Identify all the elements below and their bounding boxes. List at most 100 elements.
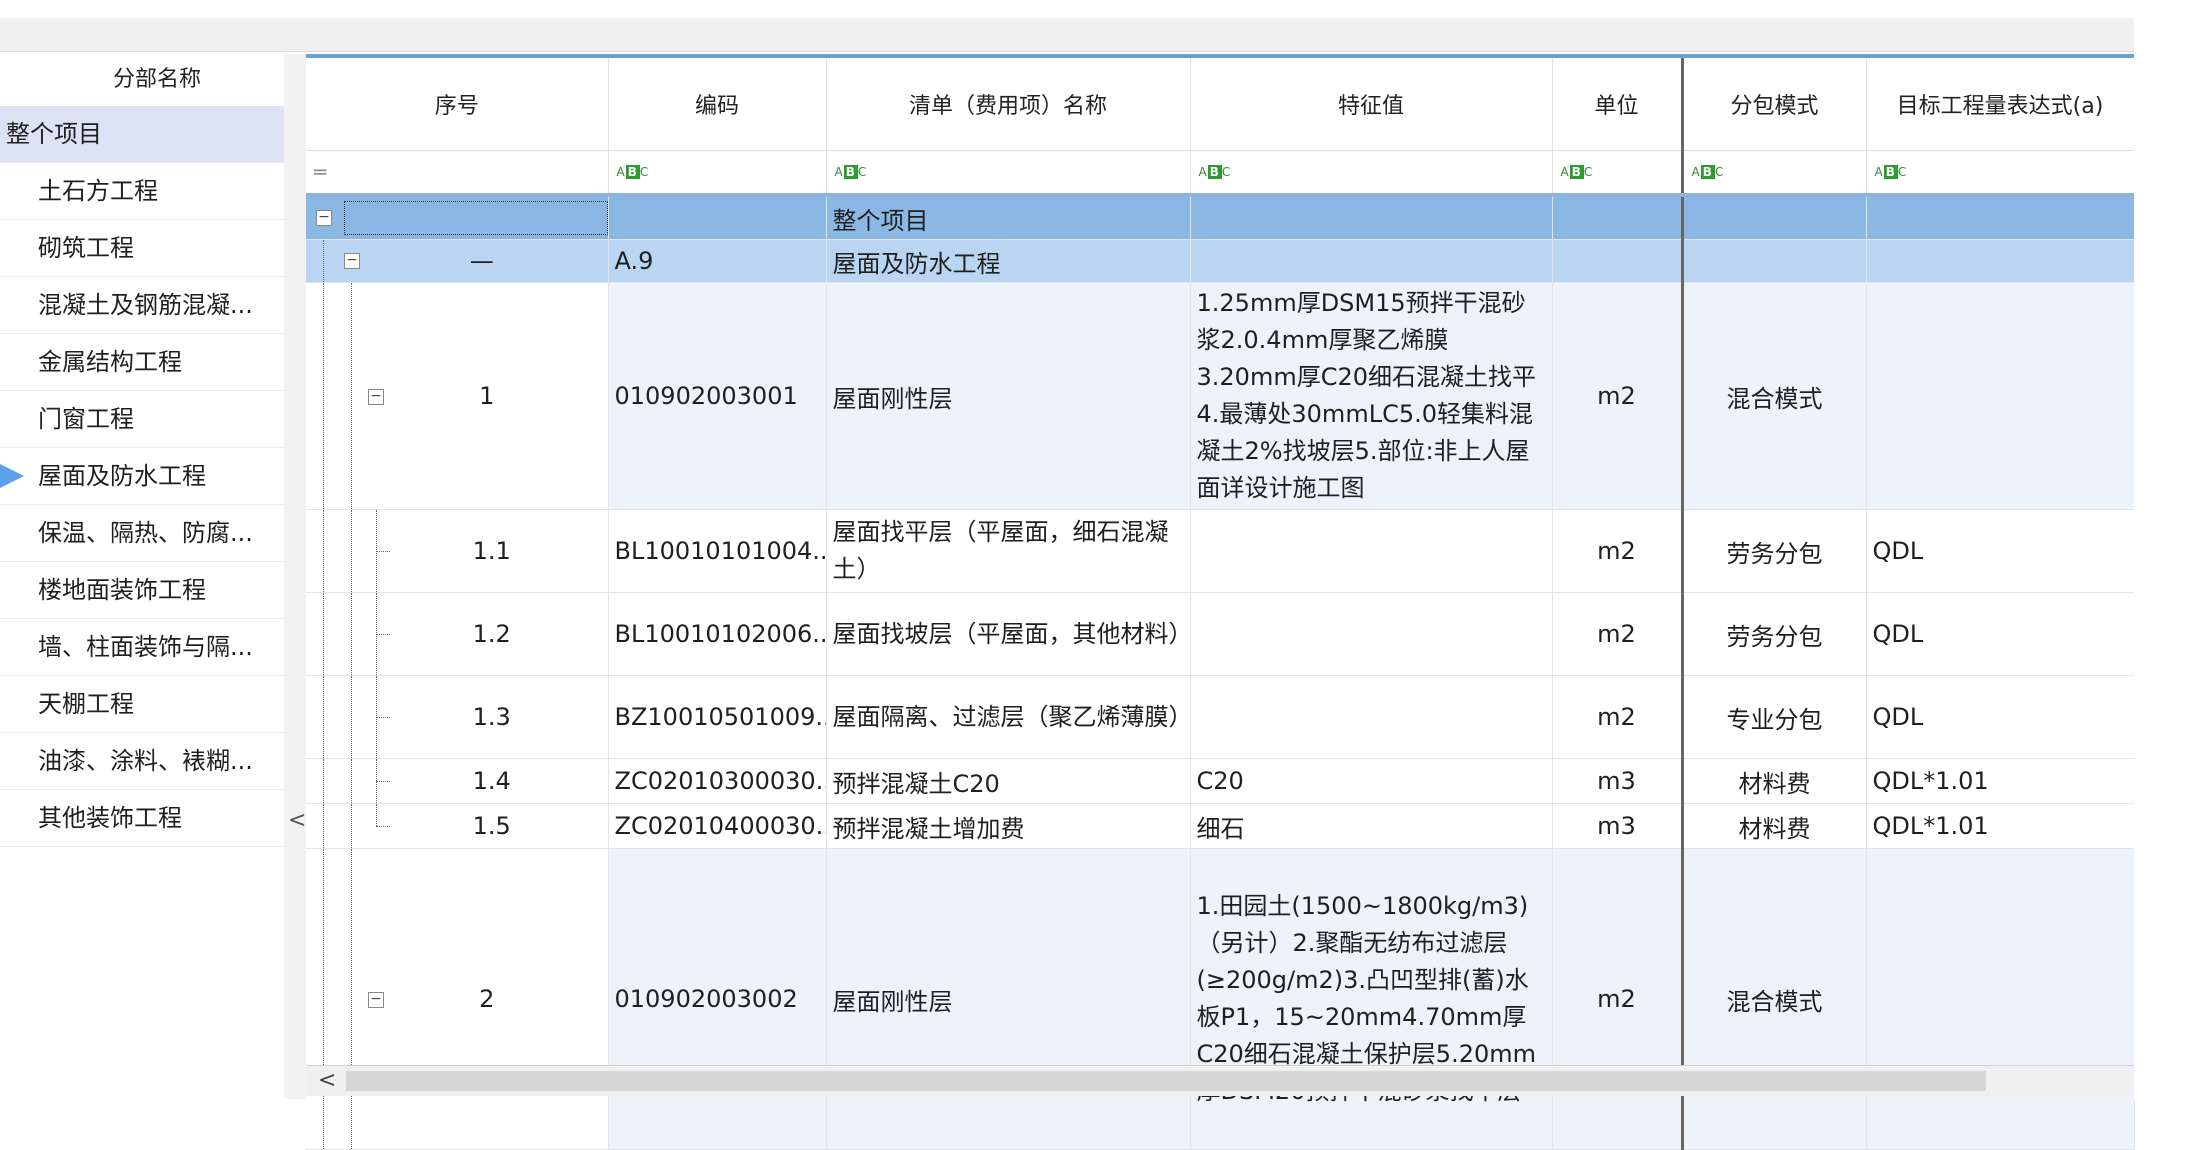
table-row[interactable]: − 1 010902003001 屋面刚性层 1.25mm厚DSM15预拌干混砂… — [306, 282, 2135, 510]
table-row[interactable]: 1.3 BZ10010501009... 屋面隔离、过滤层（聚乙烯薄膜） m2 … — [306, 675, 2135, 759]
table-row[interactable]: 1.2 BL10010102006... 屋面找坡层（平屋面，其他材料） m2 … — [306, 592, 2135, 676]
sidebar-item-doors-windows[interactable]: 门窗工程 — [0, 391, 284, 448]
scroll-left-icon[interactable]: < — [318, 1068, 336, 1093]
collapse-icon[interactable]: − — [368, 389, 384, 405]
code-cell[interactable]: BL10010101004... — [608, 509, 827, 593]
expr-cell[interactable]: QDL — [1866, 675, 2135, 759]
column-header-seq[interactable]: 序号 — [306, 58, 609, 151]
column-header-target-expr[interactable]: 目标工程量表达式(a) — [1866, 58, 2135, 151]
collapse-icon[interactable]: − — [368, 992, 384, 1008]
code-cell[interactable] — [608, 195, 827, 240]
expr-cell[interactable]: QDL*1.01 — [1866, 758, 2135, 804]
filter-cell-feature[interactable]: ABC — [1190, 150, 1553, 197]
filter-cell-unit[interactable]: ABC — [1552, 150, 1683, 197]
unit-cell[interactable] — [1552, 239, 1683, 283]
table-row[interactable]: − 整个项目 — [306, 195, 2135, 240]
name-cell[interactable]: 屋面隔离、过滤层（聚乙烯薄膜） — [826, 675, 1191, 759]
code-cell[interactable]: ZC02010400030... — [608, 803, 827, 849]
feature-cell[interactable] — [1190, 239, 1553, 283]
name-cell[interactable]: 预拌混凝土增加费 — [826, 803, 1191, 849]
name-cell[interactable]: 屋面刚性层 — [826, 848, 1191, 1150]
sidebar-item-floor-finish[interactable]: 楼地面装饰工程 — [0, 562, 284, 619]
sidebar-item-masonry[interactable]: 砌筑工程 — [0, 220, 284, 277]
feature-cell[interactable]: C20 — [1190, 758, 1553, 804]
column-header-name[interactable]: 清单（费用项）名称 — [826, 58, 1191, 151]
table-row[interactable]: 1.5 ZC02010400030... 预拌混凝土增加费 细石 m3 材料费 … — [306, 803, 2135, 849]
tree-cell[interactable]: − — — [306, 239, 609, 283]
filter-cell-mode[interactable]: ABC — [1680, 150, 1867, 197]
column-header-unit[interactable]: 单位 — [1552, 58, 1683, 151]
feature-cell[interactable]: 细石 — [1190, 803, 1553, 849]
sidebar-item-ceiling[interactable]: 天棚工程 — [0, 676, 284, 733]
name-cell[interactable]: 屋面刚性层 — [826, 282, 1191, 510]
feature-cell[interactable]: 1.田园土(1500~1800kg/m3)（另计）2.聚酯无纺布过滤层(≥200… — [1190, 848, 1553, 1150]
unit-cell[interactable]: m3 — [1552, 758, 1683, 804]
sidebar-item-metal-structure[interactable]: 金属结构工程 — [0, 334, 284, 391]
expr-cell[interactable] — [1866, 848, 2135, 1150]
tree-cell[interactable]: − 2 — [306, 848, 609, 1150]
column-header-feature[interactable]: 特征值 — [1190, 58, 1553, 151]
expr-cell[interactable] — [1866, 195, 2135, 240]
unit-cell[interactable]: m2 — [1552, 592, 1683, 676]
filter-cell-code[interactable]: ABC — [608, 150, 827, 197]
filter-cell-name[interactable]: ABC — [826, 150, 1191, 197]
code-cell[interactable]: 010902003002 — [608, 848, 827, 1150]
mode-cell[interactable]: 专业分包 — [1680, 675, 1867, 759]
tree-cell[interactable]: 1.3 — [306, 675, 609, 759]
expr-cell[interactable]: QDL — [1866, 592, 2135, 676]
code-cell[interactable]: ZC02010300030... — [608, 758, 827, 804]
sidebar-item-other-finish[interactable]: 其他装饰工程 — [0, 790, 284, 847]
name-cell[interactable]: 屋面找坡层（平屋面，其他材料） — [826, 592, 1191, 676]
code-cell[interactable]: BZ10010501009... — [608, 675, 827, 759]
feature-cell[interactable] — [1190, 675, 1553, 759]
sidebar-item-paint[interactable]: 油漆、涂料、裱糊... — [0, 733, 284, 790]
expr-cell[interactable] — [1866, 282, 2135, 510]
panel-splitter[interactable]: < — [284, 54, 307, 1099]
sidebar-item-roof-waterproof[interactable]: 屋面及防水工程 — [0, 448, 284, 505]
mode-cell[interactable]: 混合模式 — [1680, 282, 1867, 510]
column-header-code[interactable]: 编码 — [608, 58, 827, 151]
sidebar-item-insulation[interactable]: 保温、隔热、防腐... — [0, 505, 284, 562]
tree-cell[interactable]: 1.5 — [306, 803, 609, 849]
mode-cell[interactable] — [1680, 239, 1867, 283]
expr-cell[interactable]: QDL — [1866, 509, 2135, 593]
code-cell[interactable]: 010902003001 — [608, 282, 827, 510]
mode-cell[interactable]: 劳务分包 — [1680, 592, 1867, 676]
name-cell[interactable]: 整个项目 — [826, 195, 1191, 240]
mode-cell[interactable]: 材料费 — [1680, 803, 1867, 849]
unit-cell[interactable]: m2 — [1552, 509, 1683, 593]
collapse-left-icon[interactable]: < — [288, 808, 306, 833]
unit-cell[interactable]: m2 — [1552, 282, 1683, 510]
unit-cell[interactable] — [1552, 195, 1683, 240]
name-cell[interactable]: 屋面找平层（平屋面，细石混凝土） — [826, 509, 1191, 593]
mode-cell[interactable] — [1680, 195, 1867, 240]
tree-cell[interactable]: 1.2 — [306, 592, 609, 676]
column-header-subcontract-mode[interactable]: 分包模式 — [1680, 58, 1867, 151]
mode-cell[interactable]: 混合模式 — [1680, 848, 1867, 1150]
feature-cell[interactable]: 1.25mm厚DSM15预拌干混砂浆2.0.4mm厚聚乙烯膜3.20mm厚C20… — [1190, 282, 1553, 510]
tree-cell[interactable]: − 1 — [306, 282, 609, 510]
table-row[interactable]: 1.1 BL10010101004... 屋面找平层（平屋面，细石混凝土） m2… — [306, 509, 2135, 593]
filter-cell-expr[interactable]: ABC — [1866, 150, 2135, 197]
table-row[interactable]: − — A.9 屋面及防水工程 — [306, 239, 2135, 283]
code-cell[interactable]: A.9 — [608, 239, 827, 283]
collapse-icon[interactable]: − — [316, 210, 332, 226]
unit-cell[interactable]: m2 — [1552, 848, 1683, 1150]
sidebar-item-whole-project[interactable]: 整个项目 — [0, 106, 284, 163]
collapse-icon[interactable]: − — [344, 253, 360, 269]
scroll-thumb[interactable] — [346, 1071, 1986, 1091]
sidebar-item-wall-finish[interactable]: 墙、柱面装饰与隔... — [0, 619, 284, 676]
mode-cell[interactable]: 材料费 — [1680, 758, 1867, 804]
name-cell[interactable]: 屋面及防水工程 — [826, 239, 1191, 283]
expr-cell[interactable] — [1866, 239, 2135, 283]
tree-cell[interactable]: − — [306, 195, 609, 240]
table-row[interactable]: 1.4 ZC02010300030... 预拌混凝土C20 C20 m3 材料费… — [306, 758, 2135, 804]
horizontal-scrollbar[interactable]: < — [306, 1065, 2134, 1096]
table-row[interactable]: − 2 010902003002 屋面刚性层 1.田园土(1500~1800kg… — [306, 848, 2135, 1150]
unit-cell[interactable]: m3 — [1552, 803, 1683, 849]
mode-cell[interactable]: 劳务分包 — [1680, 509, 1867, 593]
name-cell[interactable]: 预拌混凝土C20 — [826, 758, 1191, 804]
tree-cell[interactable]: 1.1 — [306, 509, 609, 593]
feature-cell[interactable] — [1190, 592, 1553, 676]
feature-cell[interactable] — [1190, 509, 1553, 593]
